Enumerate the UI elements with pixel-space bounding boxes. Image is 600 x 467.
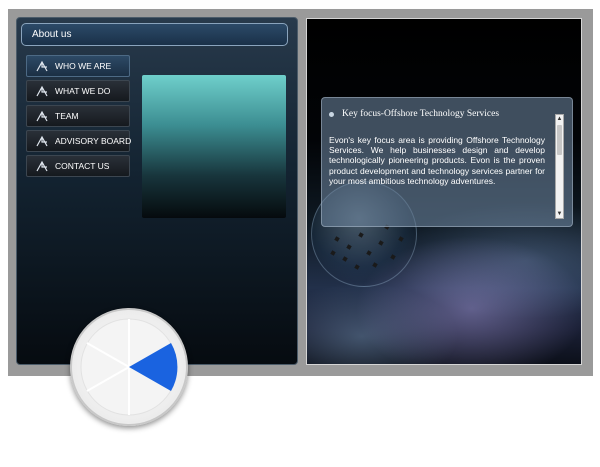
side-menu: WHO WE ARE WHAT WE DO TEAM ADVISORY BOAR… bbox=[26, 55, 132, 180]
info-panel: Key focus-Offshore Technology Services E… bbox=[321, 97, 573, 227]
menu-item-label: TEAM bbox=[55, 111, 79, 121]
info-scrollbar[interactable]: ▲ ▼ bbox=[555, 114, 564, 219]
menu-item-label: ADVISORY BOARD bbox=[55, 136, 132, 146]
scroll-thumb[interactable] bbox=[557, 125, 562, 155]
menu-arrow-icon bbox=[36, 135, 48, 147]
scroll-up-arrow-icon[interactable]: ▲ bbox=[556, 115, 563, 123]
menu-item-label: WHAT WE DO bbox=[55, 86, 111, 96]
scroll-down-arrow-icon[interactable]: ▼ bbox=[556, 210, 563, 218]
menu-item-who-we-are[interactable]: WHO WE ARE bbox=[26, 55, 130, 77]
menu-item-what-we-do[interactable]: WHAT WE DO bbox=[26, 80, 130, 102]
menu-arrow-icon bbox=[36, 60, 48, 72]
menu-arrow-icon bbox=[36, 160, 48, 172]
menu-item-label: WHO WE ARE bbox=[55, 61, 112, 71]
menu-item-label: CONTACT US bbox=[55, 161, 110, 171]
content-thumbnail bbox=[142, 75, 286, 218]
menu-item-advisory-board[interactable]: ADVISORY BOARD bbox=[26, 130, 132, 152]
menu-item-team[interactable]: TEAM bbox=[26, 105, 130, 127]
page-title: About us bbox=[32, 29, 72, 40]
page-title-bar: About us bbox=[21, 23, 288, 46]
info-body-text: Evon's key focus area is providing Offsh… bbox=[329, 135, 545, 186]
info-title: Key focus-Offshore Technology Services bbox=[342, 109, 500, 119]
bullet-icon bbox=[329, 112, 334, 117]
menu-arrow-icon bbox=[36, 85, 48, 97]
menu-arrow-icon bbox=[36, 110, 48, 122]
navigation-dial[interactable] bbox=[70, 308, 188, 426]
dial-segments-icon bbox=[80, 318, 178, 416]
menu-item-contact-us[interactable]: CONTACT US bbox=[26, 155, 130, 177]
